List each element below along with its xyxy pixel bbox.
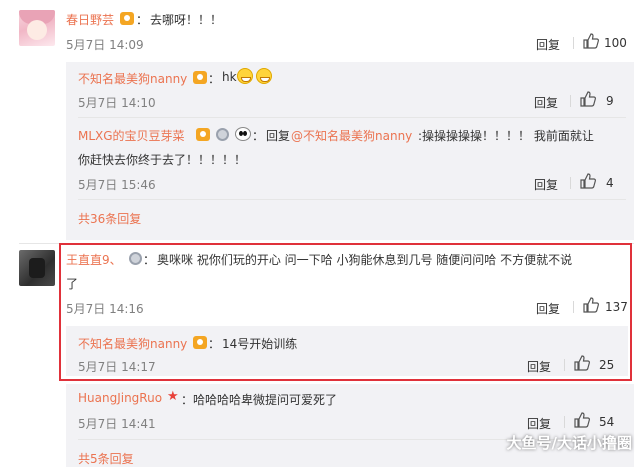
thumbs-up-icon[interactable] xyxy=(583,33,599,49)
divider xyxy=(564,416,565,428)
vip-badge-icon xyxy=(193,71,207,84)
panda-icon xyxy=(235,127,251,141)
like-count: 54 xyxy=(599,415,615,429)
grin-emoji-icon xyxy=(237,68,253,84)
reply-text: :操操操操操！！！！ 我前面就让 xyxy=(418,129,594,143)
thumbs-up-icon[interactable] xyxy=(574,412,590,428)
reply-button[interactable]: 回复 xyxy=(534,176,558,193)
reply-username[interactable]: 不知名最美狗nanny xyxy=(78,70,187,87)
thumbs-up-icon[interactable] xyxy=(580,91,596,107)
comment-username[interactable]: 春日野芸 xyxy=(66,11,114,28)
colon: ： xyxy=(181,393,194,407)
reply-button[interactable]: 回复 xyxy=(536,36,560,53)
divider xyxy=(570,95,571,107)
reply-time: 5月7日 14:41 xyxy=(78,417,156,431)
divider xyxy=(78,199,626,200)
reply-username[interactable]: HuangJingRuo xyxy=(78,391,162,405)
colon: ： xyxy=(252,129,265,143)
reply-prefix: 回复 xyxy=(266,129,291,143)
grin-emoji-icon xyxy=(256,68,272,84)
divider xyxy=(78,117,626,118)
comment-time: 5月7日 14:09 xyxy=(66,38,144,52)
vip-badge-icon xyxy=(196,128,210,141)
like-count: 100 xyxy=(604,36,627,50)
vip-badge-icon xyxy=(120,12,134,25)
reply-time: 5月7日 14:10 xyxy=(78,96,156,110)
watermark: 大鱼号/大话小撸圈 xyxy=(506,434,632,452)
reply-text-continued: 你赶快去你终于去了！！！！！ xyxy=(78,153,247,167)
like-count: 9 xyxy=(606,94,614,108)
more-replies-link[interactable]: 共5条回复 xyxy=(78,450,134,467)
reply-time: 5月7日 15:46 xyxy=(78,178,156,192)
reply-text: 哈哈哈哈卑微提问可爱死了 xyxy=(193,393,338,407)
reply-text: hk xyxy=(222,70,237,84)
more-replies-link[interactable]: 共36条回复 xyxy=(78,210,141,227)
reply-username[interactable]: MLXG的宝贝豆芽菜 xyxy=(78,127,185,144)
divider xyxy=(570,177,571,189)
comment-text: 去哪呀！！！ xyxy=(150,13,223,27)
colon: ： xyxy=(136,13,149,27)
divider xyxy=(573,37,574,49)
reply-button[interactable]: 回复 xyxy=(534,94,558,111)
red-star-icon: ★ xyxy=(167,389,179,404)
reply-button[interactable]: 回复 xyxy=(527,415,551,432)
mention-link[interactable]: @不知名最美狗nanny xyxy=(291,127,412,144)
thumbs-up-icon[interactable] xyxy=(580,173,596,189)
avatar[interactable] xyxy=(19,250,55,286)
like-count: 4 xyxy=(606,176,614,190)
avatar[interactable] xyxy=(19,10,55,46)
highlight-box xyxy=(59,243,632,381)
colon: ： xyxy=(208,72,221,86)
medal-icon xyxy=(216,128,229,141)
